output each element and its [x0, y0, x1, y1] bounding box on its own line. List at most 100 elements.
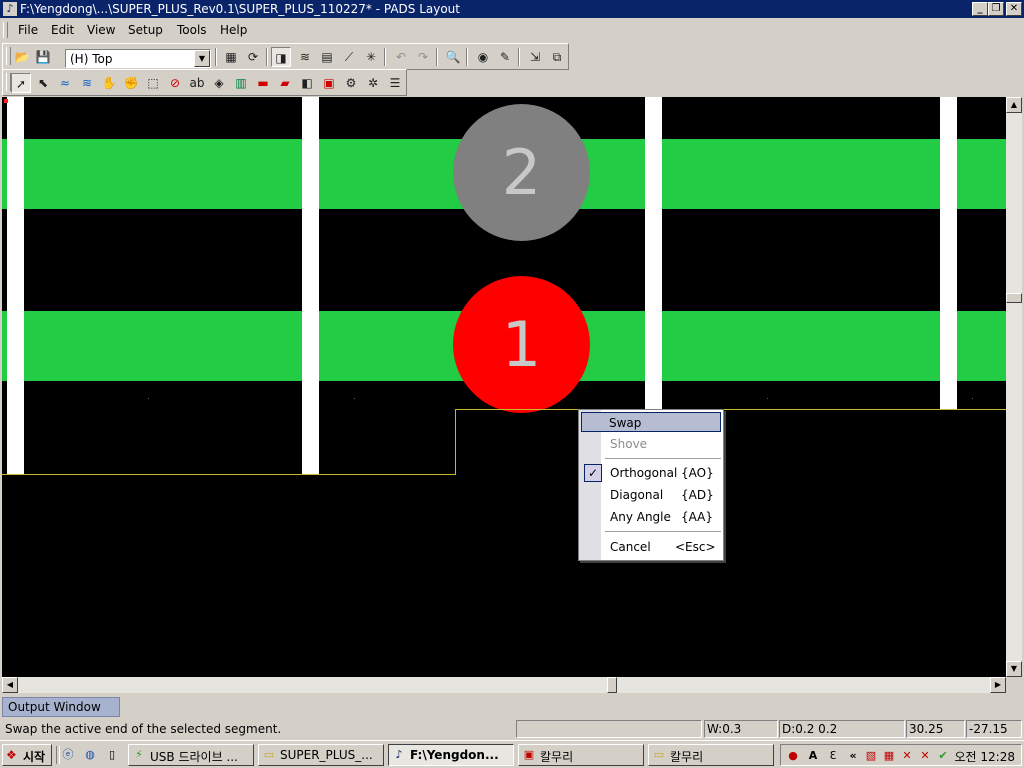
vertical-scrollbar[interactable]: ▲ ▼ [1006, 97, 1022, 677]
copper-trace-vertical[interactable] [645, 97, 662, 409]
router-link-icon[interactable]: ⇲ [525, 47, 545, 67]
menu-item-cancel[interactable]: Cancel <Esc> [581, 537, 721, 557]
menu-item-any-angle[interactable]: Any Angle {AA} [581, 507, 721, 527]
close-button[interactable]: ✕ [1006, 2, 1022, 16]
menu-file[interactable]: File [18, 23, 38, 37]
unroute-icon[interactable]: ⊘ [165, 73, 185, 93]
via-icon[interactable]: ▥ [231, 73, 251, 93]
tray-app-icon[interactable]: ▧ [863, 748, 879, 764]
scroll-down-icon[interactable]: ▼ [1006, 661, 1022, 677]
horizontal-scroll-thumb[interactable] [607, 677, 617, 693]
task-button-usb[interactable]: ⚡ USB 드라이브 ... [128, 744, 254, 766]
menu-tools[interactable]: Tools [177, 23, 207, 37]
open-folder-icon[interactable]: 📂 [12, 47, 32, 67]
scroll-left-icon[interactable]: ◀ [2, 677, 18, 693]
task-button-app[interactable]: ▣ 칼무리 [518, 744, 644, 766]
language-a-icon[interactable]: A [805, 748, 821, 764]
green-check-icon[interactable]: ✔ [935, 748, 951, 764]
system-tray: ● A Ɛ « ▧ ▦ ✕ ✕ ✔ 오전 12:28 [780, 744, 1022, 766]
copper-trace-vertical[interactable] [7, 97, 24, 475]
show-desktop-icon[interactable]: ▯ [104, 747, 120, 763]
task-button-super-plus[interactable]: ▭ SUPER_PLUS_... [258, 744, 384, 766]
route-toolbar-icon[interactable]: ⟋ [339, 47, 359, 67]
scroll-up-icon[interactable]: ▲ [1006, 97, 1022, 113]
menu-setup[interactable]: Setup [128, 23, 163, 37]
ati-icon[interactable]: ▦ [881, 748, 897, 764]
length-icon[interactable]: ✲ [363, 73, 383, 93]
stretch-icon[interactable]: ▬ [253, 73, 273, 93]
toolbar-grip[interactable] [6, 47, 11, 65]
menu-item-orthogonal[interactable]: ✓ Orthogonal {AO} [581, 463, 721, 483]
select-mode-icon[interactable]: ⬉ [33, 73, 53, 93]
pcb-canvas[interactable]: 2 1 [2, 97, 1006, 677]
drafting-toolbar-icon[interactable]: ≋ [295, 47, 315, 67]
add-text-icon[interactable]: ab [187, 73, 207, 93]
view-nets-icon[interactable]: ◉ [473, 47, 493, 67]
menu-item-diagonal[interactable]: Diagonal {AD} [581, 485, 721, 505]
menubar-grip[interactable] [3, 22, 8, 38]
paint-icon[interactable]: ✎ [495, 47, 515, 67]
split-icon[interactable]: ▰ [275, 73, 295, 93]
sketch-route-icon[interactable]: ✋ [99, 73, 119, 93]
start-button[interactable]: ❖ 시작 [2, 744, 52, 766]
add-route-icon[interactable]: ≈ [55, 73, 75, 93]
pad-2[interactable]: 2 [453, 104, 590, 241]
output-window-tab[interactable]: Output Window [2, 697, 120, 717]
cluster-icon[interactable]: ▣ [319, 73, 339, 93]
task-button-folder[interactable]: ▭ 칼무리 [648, 744, 774, 766]
dimension-toolbar-icon[interactable]: ✳ [361, 47, 381, 67]
context-menu: Swap Shove ✓ Orthogonal {AO} Diagonal {A… [578, 409, 724, 561]
properties-icon[interactable]: ▦ [221, 47, 241, 67]
browser-icon[interactable]: ◍ [82, 747, 98, 763]
status-y-coordinate: -27.15 [966, 720, 1022, 738]
vertical-scroll-thumb[interactable] [1006, 293, 1022, 303]
menu-item-shortcut: <Esc> [675, 540, 716, 554]
undo-icon[interactable]: ↶ [391, 47, 411, 67]
copper-trace-vertical[interactable] [940, 97, 957, 409]
grid-dot [972, 398, 973, 399]
zoom-icon[interactable]: 🔍 [443, 47, 463, 67]
redo-icon[interactable]: ↷ [413, 47, 433, 67]
grid-dot [354, 398, 355, 399]
select-arrow-icon[interactable]: ➚ [11, 73, 31, 93]
status-delta: D:0.2 0.2 [779, 720, 905, 738]
ie-icon[interactable]: ⓔ [60, 747, 76, 763]
restore-button[interactable]: ❐ [988, 2, 1004, 16]
menu-view[interactable]: View [87, 23, 115, 37]
ime-icon[interactable]: Ɛ [825, 748, 841, 764]
menu-item-label: Orthogonal [610, 466, 678, 480]
window-layout-icon[interactable]: ⧉ [547, 47, 567, 67]
network-error-icon[interactable]: ✕ [899, 748, 915, 764]
design-toolbar-icon[interactable]: ◨ [271, 47, 291, 67]
horizontal-scrollbar[interactable]: ◀ ▶ [2, 677, 1006, 693]
toolbar-separator [466, 48, 468, 66]
ecо-toolbar-icon[interactable]: ▤ [317, 47, 337, 67]
glue-icon[interactable]: ⚙ [341, 73, 361, 93]
save-icon[interactable]: 💾 [33, 47, 53, 67]
radius-icon[interactable]: ◧ [297, 73, 317, 93]
title-bar[interactable]: ♪ F:\Yengdong\...\SUPER_PLUS_Rev0.1\SUPE… [0, 0, 1024, 18]
toolbar-separator [266, 48, 268, 66]
toolbar-separator [215, 48, 217, 66]
task-button-pads[interactable]: ♪ F:\Yengdon... [388, 744, 514, 766]
expand-tray-icon[interactable]: « [845, 748, 861, 764]
menu-item-swap[interactable]: Swap [581, 412, 721, 432]
korean-flag-icon[interactable]: ● [785, 748, 801, 764]
menu-edit[interactable]: Edit [51, 23, 74, 37]
pads-app-icon[interactable]: ♪ [3, 2, 17, 16]
toolbar-separator [518, 48, 520, 66]
copper-trace-vertical[interactable] [302, 97, 319, 475]
copper-icon[interactable]: ◈ [209, 73, 229, 93]
network-error-icon[interactable]: ✕ [917, 748, 933, 764]
menu-help[interactable]: Help [220, 23, 247, 37]
report-icon[interactable]: ☰ [385, 73, 405, 93]
bus-route-icon[interactable]: ✊ [121, 73, 141, 93]
pad-1[interactable]: 1 [453, 276, 590, 413]
chevron-down-icon[interactable]: ▼ [194, 50, 210, 67]
dynamic-route-icon[interactable]: ≋ [77, 73, 97, 93]
move-icon[interactable]: ⬚ [143, 73, 163, 93]
redraw-icon[interactable]: ⟳ [243, 47, 263, 67]
minimize-button[interactable]: _ [972, 2, 988, 16]
layer-select[interactable]: (H) Top ▼ [65, 49, 211, 68]
scroll-right-icon[interactable]: ▶ [990, 677, 1006, 693]
